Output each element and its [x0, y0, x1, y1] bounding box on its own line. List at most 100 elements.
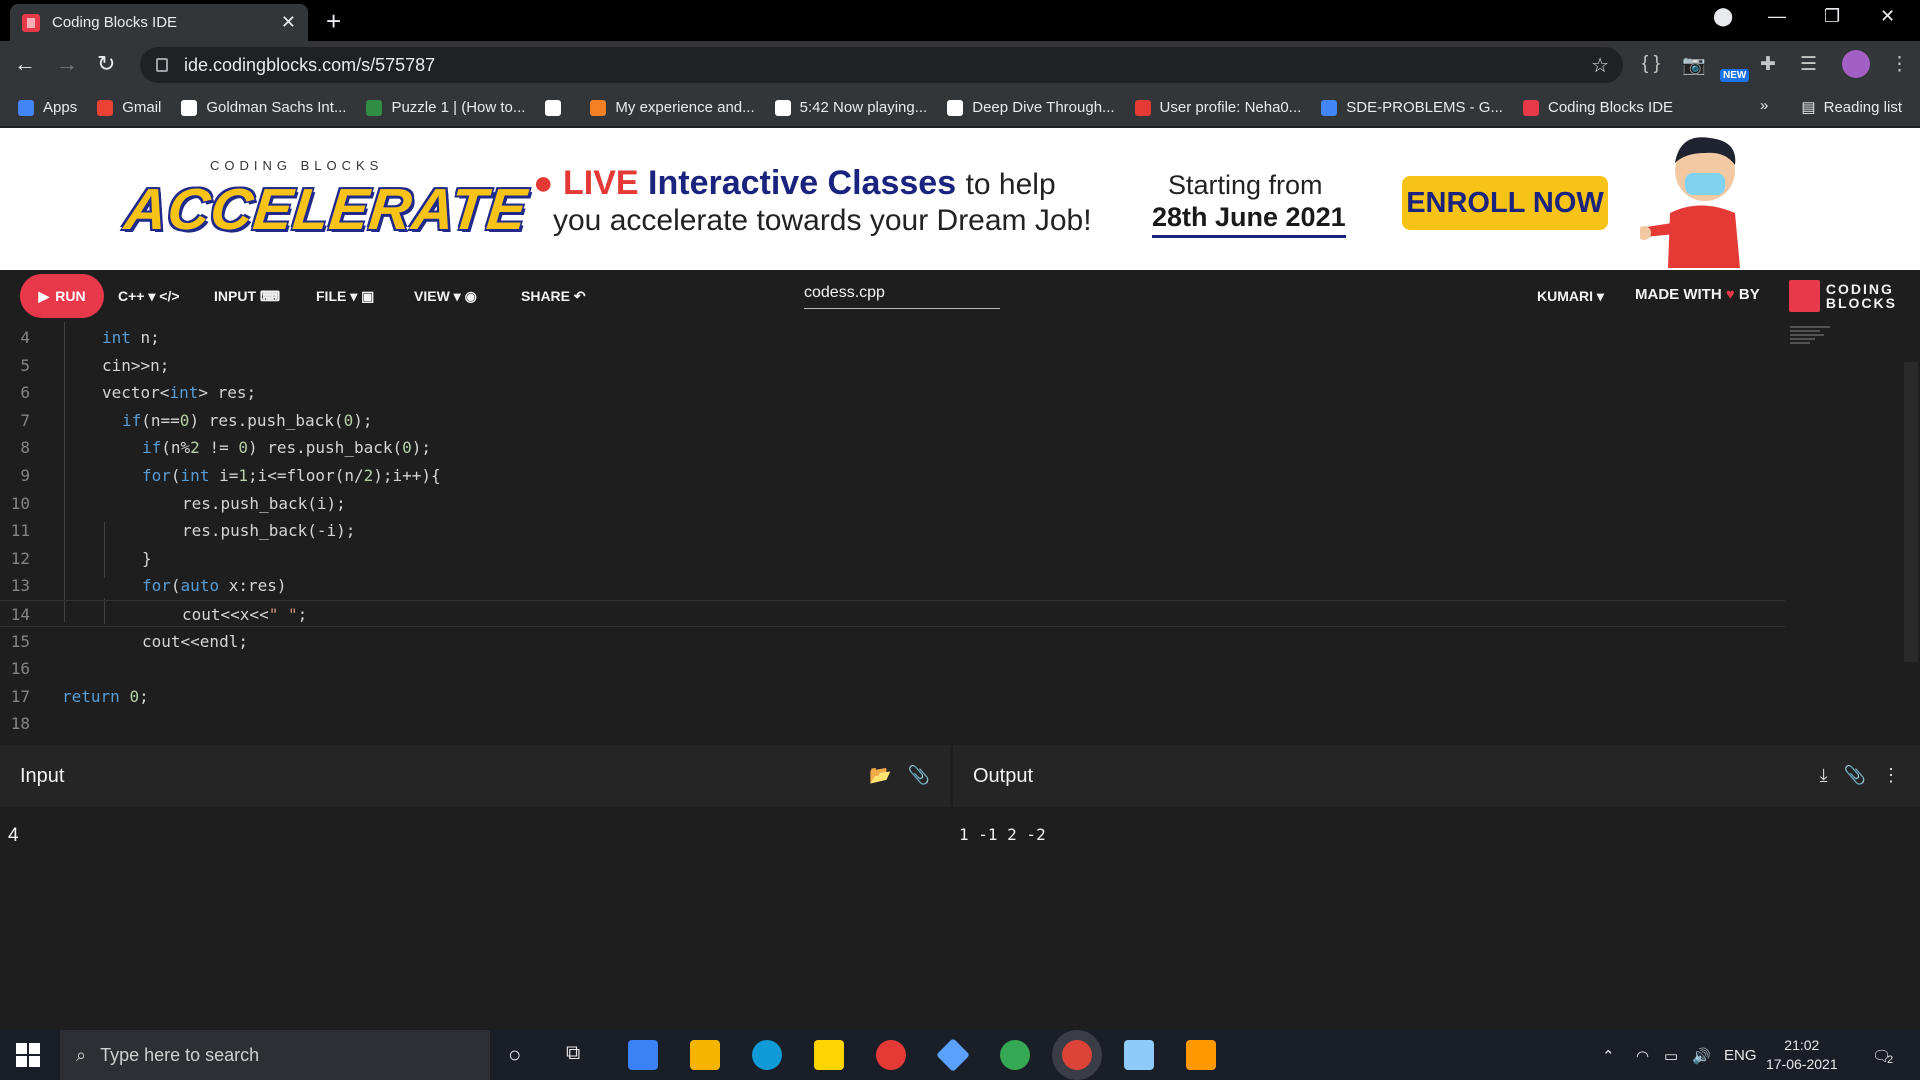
code-line[interactable]: 9 for(int i=1;i<=floor(n/2);i++){ — [0, 462, 1785, 489]
close-tab-icon[interactable]: ✕ — [281, 12, 296, 33]
back-icon[interactable]: ← — [14, 51, 36, 77]
input-toggle[interactable]: INPUT ⌨ — [214, 288, 280, 305]
bookmark-item[interactable]: 5:42 Now playing... — [774, 99, 927, 116]
notepad-icon[interactable] — [1124, 1040, 1154, 1070]
file-explorer-icon[interactable] — [690, 1040, 720, 1070]
code-line[interactable]: 10 res.push_back(i); — [0, 490, 1785, 517]
reading-list[interactable]: ▤ Reading list — [1801, 98, 1902, 117]
new-tab-icon[interactable]: + — [326, 6, 341, 37]
sublime-text-icon[interactable] — [1186, 1040, 1216, 1070]
menu-kebab-icon[interactable]: ⋮ — [1890, 53, 1909, 76]
extensions-puzzle-icon[interactable]: ✚ — [1760, 53, 1776, 76]
made-with-label: MADE WITH — [1635, 286, 1722, 303]
bookmark-item[interactable]: Apps — [18, 99, 77, 116]
attach-paperclip-icon[interactable]: 📎 — [1844, 765, 1866, 786]
edge-icon[interactable] — [752, 1040, 782, 1070]
share-button[interactable]: SHARE ↶ — [521, 288, 586, 305]
bookmark-item[interactable]: Coding Blocks IDE — [1522, 99, 1673, 116]
code-line[interactable]: 8 if(n%2 != 0) res.push_back(0); — [0, 434, 1785, 461]
reload-icon[interactable]: ↻ — [97, 51, 115, 77]
code-line[interactable]: 11 res.push_back(-i); — [0, 517, 1785, 544]
coding-blocks-logo[interactable]: CODING BLOCKS — [1789, 278, 1897, 314]
cortana-icon[interactable]: ○ — [508, 1042, 521, 1068]
view-menu[interactable]: VIEW ▾ ◉ — [414, 288, 477, 305]
taskbar-search[interactable]: ⌕ Type here to search — [60, 1030, 490, 1080]
bookmark-item[interactable] — [545, 99, 570, 116]
media-queue-icon[interactable]: ☰ — [1800, 53, 1817, 76]
tab-search-icon[interactable]: ⬤ — [1713, 6, 1733, 27]
code-token: ;i<=floor(n/ — [248, 466, 364, 485]
battery-icon[interactable]: ▭ — [1664, 1047, 1678, 1065]
code-line[interactable]: 15 cout<<endl; — [0, 628, 1785, 655]
code-token: 2 — [190, 438, 200, 458]
code-token: 0 — [402, 438, 412, 458]
profile-avatar[interactable] — [1842, 50, 1870, 78]
line-number: 8 — [20, 438, 30, 458]
code-line[interactable]: 16 — [0, 655, 1785, 682]
extension-new-badge[interactable]: NEW — [1720, 69, 1750, 82]
task-view-icon[interactable]: ⧉ — [566, 1042, 580, 1065]
code-line[interactable]: 6 vector<int> res; — [0, 379, 1785, 406]
taskbar-clock[interactable]: 21:02 17-06-2021 — [1766, 1036, 1838, 1074]
language-indicator[interactable]: ENG — [1724, 1047, 1757, 1064]
line-number: 15 — [10, 631, 30, 651]
run-button[interactable]: ▶ RUN — [20, 274, 104, 318]
browser-tab[interactable]: Coding Blocks IDE ✕ — [10, 4, 308, 41]
stdin-textarea[interactable]: 4 — [0, 807, 950, 1030]
store-icon[interactable] — [628, 1040, 658, 1070]
code-token: ) res.push_back( — [189, 410, 344, 430]
bookmark-star-icon[interactable]: ☆ — [1591, 53, 1609, 78]
bookmark-item[interactable]: Goldman Sachs Int... — [181, 99, 346, 116]
chrome-profile-icon[interactable] — [1000, 1040, 1030, 1070]
attach-paperclip-icon[interactable]: 📎 — [908, 765, 930, 786]
enroll-now-button[interactable]: ENROLL NOW — [1402, 176, 1608, 230]
code-line[interactable]: 18 — [0, 710, 1785, 737]
sticky-notes-icon[interactable] — [814, 1040, 844, 1070]
code-line[interactable]: 7 if(n==0) res.push_back(0); — [0, 407, 1785, 434]
code-token: (n== — [141, 410, 180, 430]
promo-banner[interactable]: CODING BLOCKS ACCELERATE ● LIVE Interact… — [0, 128, 1920, 270]
more-bookmarks-chevron[interactable]: » — [1760, 97, 1768, 114]
open-folder-icon[interactable]: 📂 — [869, 765, 891, 786]
extension-braces-icon[interactable]: { } — [1642, 53, 1660, 75]
chrome-active-icon[interactable] — [1062, 1040, 1092, 1070]
opera-icon[interactable] — [876, 1040, 906, 1070]
tray-chevron-up-icon[interactable]: ⌃ — [1602, 1047, 1615, 1065]
code-line[interactable]: 4 int n; — [0, 324, 1785, 351]
file-menu[interactable]: FILE ▾ ▣ — [316, 288, 374, 305]
bookmark-item[interactable]: Gmail — [97, 99, 161, 116]
language-dropdown[interactable]: C++ ▾ </> — [118, 288, 180, 305]
theme-dropdown[interactable]: KUMARI ▾ — [1537, 288, 1604, 305]
bookmark-item[interactable]: Puzzle 1 | (How to... — [366, 99, 525, 116]
camera-icon[interactable]: 📷 — [1682, 53, 1706, 77]
more-options-icon[interactable]: ⋮ — [1882, 765, 1900, 786]
bookmark-item[interactable]: Deep Dive Through... — [947, 99, 1115, 116]
filename-input[interactable]: codess.cpp — [804, 284, 1000, 309]
forward-icon[interactable]: → — [56, 51, 78, 77]
code-line[interactable]: 17 return 0; — [0, 683, 1785, 710]
code-line[interactable]: 13 for(auto x:res) — [0, 572, 1785, 599]
close-window-icon[interactable]: ✕ — [1880, 6, 1895, 27]
clock-time: 21:02 — [1784, 1037, 1820, 1053]
code-line[interactable]: 5 cin>>n; — [0, 352, 1785, 379]
minimize-icon[interactable]: — — [1768, 6, 1786, 27]
editor-scrollbar[interactable] — [1904, 362, 1918, 662]
code-line[interactable]: 14 cout<<x<<" "; — [0, 600, 1785, 627]
code-token: 0 — [129, 686, 140, 706]
windows-start-icon[interactable] — [16, 1043, 40, 1067]
download-icon[interactable]: ⤓ — [1820, 765, 1828, 786]
restore-icon[interactable]: ❐ — [1824, 6, 1840, 27]
address-bar[interactable]: ide.codingblocks.com/s/575787 ☆ — [140, 47, 1623, 83]
code-editor[interactable]: 4 int n; 5 cin>>n; 6 vector<int> res; 7 if(n==0… — [0, 322, 1920, 745]
bookmark-item[interactable]: SDE-PROBLEMS - G... — [1321, 99, 1503, 116]
network-icon[interactable]: ◠ — [1636, 1047, 1649, 1065]
file-icon: ▣ — [361, 288, 375, 304]
git-kraken-icon[interactable] — [936, 1038, 970, 1072]
editor-minimap[interactable] — [1790, 326, 1870, 356]
bookmark-item[interactable]: User profile: Neha0... — [1134, 99, 1301, 116]
bookmark-item[interactable]: My experience and... — [590, 99, 755, 116]
code-line[interactable]: 12} — [0, 545, 1785, 572]
code-token: 0 — [179, 410, 190, 430]
volume-icon[interactable]: 🔊 — [1692, 1047, 1711, 1065]
bookmark-favicon-icon — [1321, 99, 1338, 116]
